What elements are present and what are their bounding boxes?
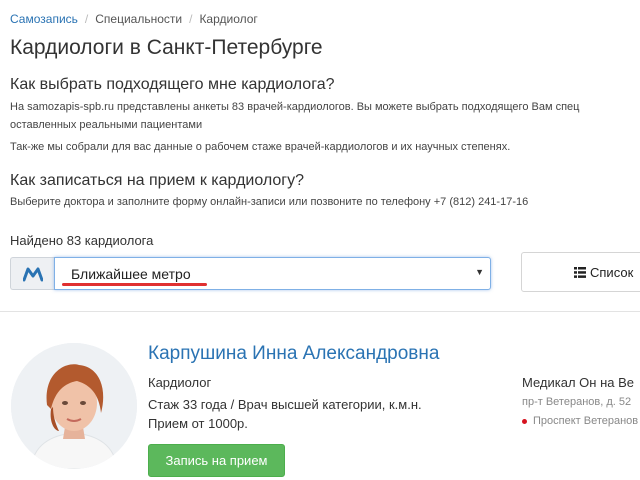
doctor-experience: Стаж 33 года / Врач высшей категории, к.… [148, 397, 422, 412]
breadcrumb-separator: / [84, 12, 89, 26]
results-count: Найдено 83 кардиолога [10, 233, 154, 248]
breadcrumb-current: Кардиолог [199, 12, 258, 26]
clinic-address: пр-т Ветеранов, д. 52 [522, 396, 632, 408]
breadcrumb-separator: / [189, 12, 193, 26]
clinic-metro: Проспект Ветеранов ( [522, 415, 640, 427]
breadcrumb-link-specialties[interactable]: Специальности [95, 12, 182, 26]
booking-heading: Как записаться на прием к кардиологу? [10, 172, 305, 189]
breadcrumb-link-home[interactable]: Самозапись [10, 12, 78, 26]
doctor-avatar[interactable] [11, 343, 137, 469]
page-title: Кардиологи в Санкт-Петербурге [10, 36, 323, 59]
divider [0, 311, 640, 312]
metro-addon [10, 257, 54, 290]
doctor-price: Прием от 1000р. [148, 416, 248, 431]
book-appointment-button[interactable]: Запись на прием [148, 444, 285, 477]
highlight-underline [62, 283, 207, 286]
choose-heading: Как выбрать подходящего мне кардиолога? [10, 76, 335, 93]
metro-select-value: Ближайшее метро [71, 266, 191, 282]
choose-text-line-1: На samozapis-spb.ru представлены анкеты … [10, 101, 580, 113]
clinic-name[interactable]: Медикал Он на Ве [522, 375, 634, 390]
metro-logo-icon [23, 267, 43, 282]
chevron-down-icon: ▼ [475, 267, 484, 277]
choose-text-line-2: оставленных реальными пациентами [10, 119, 203, 131]
doctor-photo-icon [11, 343, 137, 469]
book-button-label: Запись на прием [165, 453, 268, 468]
booking-text: Выберите доктора и заполните форму онлай… [10, 196, 529, 208]
metro-line-dot-icon [522, 418, 527, 424]
choose-text-line-3: Так-же мы собрали для вас данные о рабоч… [10, 141, 511, 153]
list-view-label: Список [590, 265, 634, 280]
doctor-specialty: Кардиолог [148, 375, 212, 390]
clinic-metro-station: Проспект Ветеранов ( [533, 415, 640, 427]
list-view-button[interactable]: Список [521, 252, 640, 292]
list-icon [574, 267, 586, 278]
breadcrumb: Самозапись / Специальности / Кардиолог [10, 12, 258, 26]
doctor-name-link[interactable]: Карпушина Инна Александровна [148, 343, 439, 365]
